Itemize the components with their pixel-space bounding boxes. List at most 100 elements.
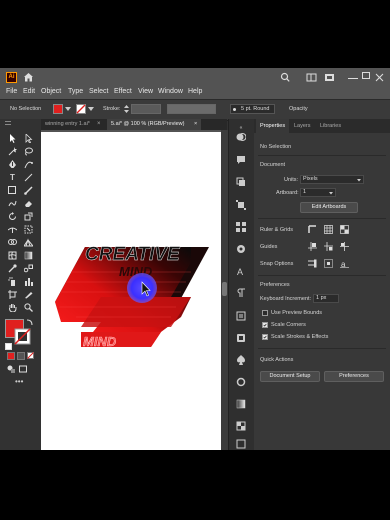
- properties-panel-icon[interactable]: [236, 311, 246, 321]
- none-mode-icon[interactable]: [27, 352, 34, 359]
- document-setup-button[interactable]: Document Setup: [260, 371, 320, 382]
- canvas-area[interactable]: CREATIVE MIND MIND: [41, 130, 227, 450]
- tab-layers[interactable]: Layers: [290, 119, 315, 133]
- vertical-scrollbar[interactable]: [221, 130, 228, 450]
- zoom-tool-icon[interactable]: [24, 303, 33, 312]
- scale-tool-icon[interactable]: [24, 212, 33, 221]
- scale-strokes-checkbox[interactable]: [262, 334, 268, 340]
- artboard-dropdown[interactable]: 1: [300, 188, 336, 197]
- use-preview-bounds-checkbox[interactable]: [262, 310, 268, 316]
- tab-5-ai[interactable]: 5.ai* @ 100 % (RGB/Preview) ×: [107, 119, 202, 130]
- stroke-dropdown-icon[interactable]: [88, 106, 94, 112]
- transparency-panel-icon[interactable]: [236, 421, 246, 431]
- edit-artboards-button[interactable]: Edit Artboards: [300, 202, 358, 213]
- comments-panel-icon[interactable]: [236, 155, 246, 165]
- color-wheel-icon[interactable]: [236, 244, 246, 254]
- grid-icon[interactable]: [324, 225, 333, 234]
- selection-tool-icon[interactable]: [8, 134, 17, 143]
- artboard-tool-icon[interactable]: [8, 290, 17, 299]
- artwork[interactable]: CREATIVE MIND MIND: [41, 132, 222, 450]
- tab-libraries[interactable]: Libraries: [316, 119, 345, 133]
- toolbar-grip[interactable]: [5, 121, 11, 125]
- ruler-icon[interactable]: [308, 225, 317, 234]
- gradient-panel-icon[interactable]: [236, 399, 246, 409]
- preferences-button[interactable]: Preferences: [324, 371, 384, 382]
- close-tab-icon[interactable]: ×: [194, 121, 197, 127]
- stroke-swatch[interactable]: [76, 104, 86, 114]
- keyboard-increment-field[interactable]: 1 px: [313, 294, 339, 303]
- transparency-grid-icon[interactable]: [340, 225, 349, 234]
- perspective-grid-tool-icon[interactable]: [24, 238, 33, 247]
- type-tool-icon[interactable]: T: [8, 173, 17, 182]
- units-dropdown[interactable]: Pixels: [300, 175, 364, 184]
- search-icon[interactable]: [280, 72, 290, 83]
- brush-definition[interactable]: 5 pt. Round: [230, 104, 275, 114]
- paragraph-panel-icon[interactable]: [236, 288, 246, 298]
- fill-dropdown-icon[interactable]: [65, 106, 71, 112]
- color-mode-icon[interactable]: [7, 352, 15, 360]
- layers-panel-icon[interactable]: [236, 177, 246, 187]
- smart-guides-icon[interactable]: [340, 242, 349, 251]
- direct-selection-tool-icon[interactable]: [24, 134, 33, 143]
- menu-type[interactable]: Type: [68, 88, 83, 95]
- curvature-tool-icon[interactable]: [24, 160, 33, 169]
- menu-help[interactable]: Help: [188, 88, 202, 95]
- snap-to-glyph-icon[interactable]: a: [340, 259, 349, 268]
- symbols-panel-icon[interactable]: [236, 355, 246, 365]
- pen-tool-icon[interactable]: [8, 160, 17, 169]
- close-tab-icon[interactable]: ×: [97, 119, 106, 130]
- rectangle-tool-icon[interactable]: [8, 186, 16, 194]
- width-tool-icon[interactable]: [8, 225, 17, 234]
- draw-normal-icon[interactable]: [7, 365, 15, 373]
- magic-wand-icon[interactable]: [8, 147, 17, 156]
- variable-width-profile[interactable]: [167, 104, 216, 114]
- mesh-tool-icon[interactable]: [8, 251, 17, 260]
- maximize-icon[interactable]: [362, 72, 370, 79]
- show-guides-icon[interactable]: [308, 242, 317, 251]
- column-graph-tool-icon[interactable]: [24, 277, 33, 286]
- menu-select[interactable]: Select: [89, 88, 108, 95]
- tab-properties[interactable]: Properties: [256, 119, 290, 133]
- minimize-icon[interactable]: [348, 72, 358, 79]
- blend-tool-icon[interactable]: [24, 264, 33, 273]
- close-icon[interactable]: [375, 72, 384, 83]
- gradient-tool-icon[interactable]: [24, 251, 33, 260]
- default-colors-icon[interactable]: [5, 343, 12, 350]
- appearance-panel-icon[interactable]: [236, 132, 246, 142]
- gradient-mode-icon[interactable]: [17, 352, 25, 360]
- edit-toolbar-icon[interactable]: •••: [15, 378, 23, 386]
- transform-panel-icon[interactable]: [236, 200, 246, 210]
- symbol-sprayer-tool-icon[interactable]: [8, 277, 17, 286]
- snap-to-pixel-icon[interactable]: [324, 259, 333, 268]
- menu-window[interactable]: Window: [158, 88, 183, 95]
- fill-swatch[interactable]: [53, 104, 63, 114]
- menu-object[interactable]: Object: [41, 88, 61, 95]
- menu-file[interactable]: File: [6, 88, 17, 95]
- lasso-tool-icon[interactable]: [24, 147, 33, 156]
- character-panel-icon[interactable]: A: [236, 266, 246, 276]
- scale-corners-checkbox[interactable]: [262, 322, 268, 328]
- free-transform-tool-icon[interactable]: [24, 225, 33, 234]
- tab-winning-entry[interactable]: winning entry 1.ai*: [41, 119, 103, 130]
- links-panel-icon[interactable]: [236, 439, 246, 449]
- shape-builder-tool-icon[interactable]: [8, 238, 17, 247]
- stroke-weight-stepper[interactable]: [124, 104, 129, 114]
- menu-effect[interactable]: Effect: [114, 88, 132, 95]
- scrollbar-thumb[interactable]: [222, 282, 227, 296]
- menu-edit[interactable]: Edit: [23, 88, 35, 95]
- stroke-color-box[interactable]: [14, 328, 31, 345]
- libraries-panel-icon[interactable]: [236, 333, 246, 343]
- shaper-tool-icon[interactable]: [8, 199, 17, 208]
- stroke-panel-icon[interactable]: [236, 377, 246, 387]
- menu-view[interactable]: View: [138, 88, 153, 95]
- line-segment-tool-icon[interactable]: [24, 173, 33, 182]
- stroke-weight-field[interactable]: [131, 104, 161, 114]
- swap-fill-stroke-icon[interactable]: [26, 319, 33, 326]
- opacity-label[interactable]: Opacity: [289, 106, 308, 112]
- eyedropper-tool-icon[interactable]: [8, 264, 17, 273]
- hand-tool-icon[interactable]: [8, 303, 17, 312]
- eraser-tool-icon[interactable]: [24, 199, 33, 208]
- artboard[interactable]: CREATIVE MIND MIND: [41, 132, 222, 450]
- paintbrush-tool-icon[interactable]: [24, 186, 33, 195]
- artboards-panel-icon[interactable]: [236, 222, 246, 232]
